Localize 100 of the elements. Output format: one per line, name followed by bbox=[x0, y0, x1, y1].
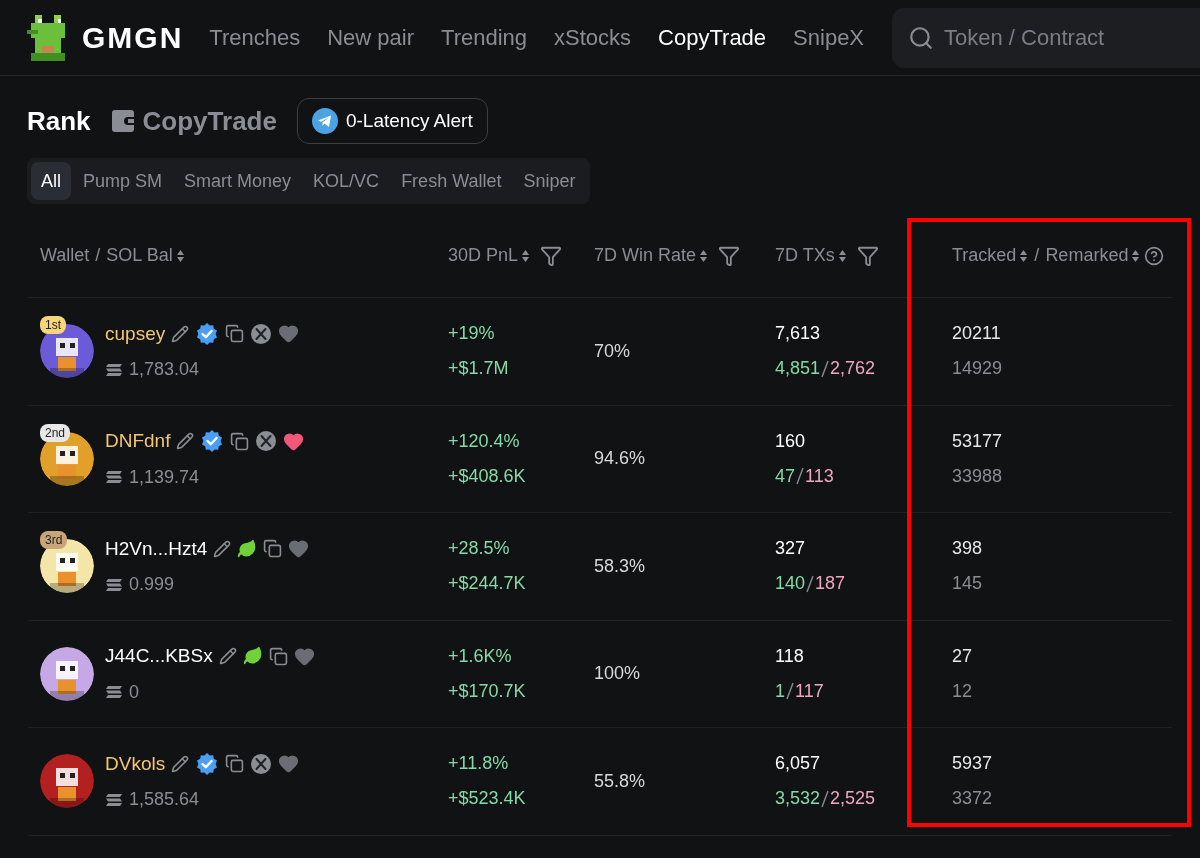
help-icon[interactable] bbox=[1144, 245, 1165, 266]
tracked-count: 5937 bbox=[952, 752, 994, 776]
sort-icon[interactable] bbox=[1131, 248, 1141, 263]
win-rate: 70% bbox=[594, 339, 631, 363]
sell-count: 2,762 bbox=[830, 357, 876, 381]
wallet-name[interactable]: H2Vn...Hzt4 bbox=[105, 534, 208, 563]
filter-tab[interactable]: Fresh Wallet bbox=[391, 162, 512, 200]
column-header[interactable]: Tracked bbox=[952, 242, 1017, 269]
sell-count: 113 bbox=[805, 464, 834, 488]
slash-separator: / bbox=[95, 244, 101, 267]
telegram-icon bbox=[311, 108, 338, 134]
column-header[interactable]: Wallet bbox=[40, 242, 90, 269]
sort-icon[interactable] bbox=[175, 248, 185, 263]
filter-tab[interactable]: KOL/VC bbox=[303, 162, 390, 200]
slash-icon bbox=[786, 681, 794, 702]
x-logo-icon[interactable] bbox=[250, 322, 273, 345]
search-input[interactable]: Token / Contract bbox=[944, 21, 1145, 54]
nav-link[interactable]: CopyTrade bbox=[658, 21, 767, 54]
sort-icon[interactable] bbox=[1019, 248, 1029, 263]
slash-separator: / bbox=[1034, 244, 1040, 267]
copy-icon[interactable] bbox=[225, 324, 245, 344]
wallet-name[interactable]: DNFdnf bbox=[105, 427, 171, 456]
buy-count: 4,851 bbox=[775, 357, 821, 381]
nav-link[interactable]: xStocks bbox=[554, 21, 632, 54]
pnl-amount: +$1.7M bbox=[448, 357, 510, 381]
win-rate: 58.3% bbox=[594, 554, 646, 578]
alert-button[interactable]: 0-Latency Alert bbox=[296, 98, 488, 144]
pnl-percent: +19% bbox=[448, 322, 496, 346]
slash-icon bbox=[806, 573, 815, 594]
search-field[interactable]: Token / Contract bbox=[892, 7, 1200, 68]
column-header[interactable]: SOL Bal bbox=[106, 242, 173, 269]
tracked-count: 20211 bbox=[952, 322, 1002, 346]
copy-icon[interactable] bbox=[263, 539, 283, 559]
edit-icon[interactable] bbox=[218, 647, 237, 666]
filter-tab[interactable]: Sniper bbox=[513, 162, 586, 200]
pnl-percent: +120.4% bbox=[448, 429, 521, 453]
column-header[interactable]: 30D PnL bbox=[448, 242, 519, 269]
tx-count: 7,613 bbox=[775, 322, 822, 346]
x-logo-icon[interactable] bbox=[250, 752, 273, 775]
heart-icon[interactable] bbox=[278, 753, 300, 775]
win-rate: 94.6% bbox=[594, 447, 646, 471]
edit-icon[interactable] bbox=[171, 754, 190, 773]
slash-icon bbox=[821, 788, 830, 809]
section-title: CopyTrade bbox=[142, 104, 277, 138]
x-logo-icon[interactable] bbox=[255, 430, 278, 453]
filter-icon[interactable] bbox=[540, 244, 563, 267]
heart-icon[interactable] bbox=[288, 538, 310, 560]
column-header[interactable]: Remarked bbox=[1045, 242, 1129, 269]
copy-icon[interactable] bbox=[268, 646, 288, 666]
wallet-name[interactable]: cupsey bbox=[105, 319, 166, 348]
edit-icon[interactable] bbox=[213, 539, 232, 558]
filter-tab[interactable]: Pump SM bbox=[73, 162, 173, 200]
copy-icon[interactable] bbox=[230, 431, 250, 451]
sort-icon[interactable] bbox=[699, 248, 709, 263]
sol-icon bbox=[105, 577, 123, 592]
win-rate: 100% bbox=[594, 662, 641, 686]
column-header[interactable]: 7D Win Rate bbox=[594, 242, 697, 269]
sort-icon[interactable] bbox=[521, 248, 531, 263]
buy-count: 1 bbox=[775, 679, 785, 703]
pnl-percent: +11.8% bbox=[448, 752, 510, 776]
sol-balance: 1,139.74 bbox=[129, 465, 200, 489]
sol-balance: 1,585.64 bbox=[129, 788, 200, 811]
nav-link[interactable]: Trenches bbox=[209, 21, 301, 54]
heart-icon[interactable] bbox=[278, 323, 300, 345]
column-header[interactable]: 7D TXs bbox=[775, 242, 835, 269]
remarked-count: 3372 bbox=[952, 787, 994, 811]
sol-icon bbox=[105, 792, 123, 807]
nav-link[interactable]: Trending bbox=[441, 21, 528, 54]
sol-icon bbox=[105, 362, 123, 377]
filter-icon[interactable] bbox=[856, 244, 879, 267]
remarked-count: 33988 bbox=[952, 464, 1004, 488]
filter-tab[interactable]: Smart Money bbox=[174, 162, 302, 200]
edit-icon[interactable] bbox=[176, 432, 195, 451]
filter-icon[interactable] bbox=[718, 244, 741, 267]
rank-badge: 2nd bbox=[40, 423, 71, 442]
pnl-amount: +$244.7K bbox=[448, 572, 527, 596]
rank-badge: 1st bbox=[40, 316, 66, 335]
page-title: Rank bbox=[27, 104, 91, 138]
edit-icon[interactable] bbox=[171, 324, 190, 343]
buy-count: 140 bbox=[775, 572, 806, 596]
wallet-name[interactable]: DVkols bbox=[105, 749, 166, 778]
nav-link[interactable]: New pair bbox=[327, 21, 415, 54]
sell-count: 2,525 bbox=[830, 787, 876, 811]
pnl-percent: +1.6K% bbox=[448, 644, 513, 668]
sell-count: 117 bbox=[795, 679, 824, 703]
tracked-count: 53177 bbox=[952, 429, 1004, 453]
search-icon bbox=[908, 24, 935, 51]
rank-badge: 3rd bbox=[40, 531, 68, 550]
filter-tab[interactable]: All bbox=[31, 162, 71, 200]
sol-balance: 0.999 bbox=[129, 573, 175, 596]
pnl-amount: +$523.4K bbox=[448, 787, 527, 811]
remarked-count: 14929 bbox=[952, 357, 1004, 381]
copy-icon[interactable] bbox=[225, 754, 245, 774]
nav-link[interactable]: SnipeX bbox=[793, 21, 865, 54]
sol-icon bbox=[105, 470, 123, 484]
tx-count: 327 bbox=[775, 537, 807, 561]
wallet-name[interactable]: J44C...KBSx bbox=[105, 642, 213, 671]
buy-count: 47 bbox=[775, 464, 796, 488]
sort-icon[interactable] bbox=[837, 248, 847, 263]
sol-balance: 1,783.04 bbox=[129, 358, 200, 381]
